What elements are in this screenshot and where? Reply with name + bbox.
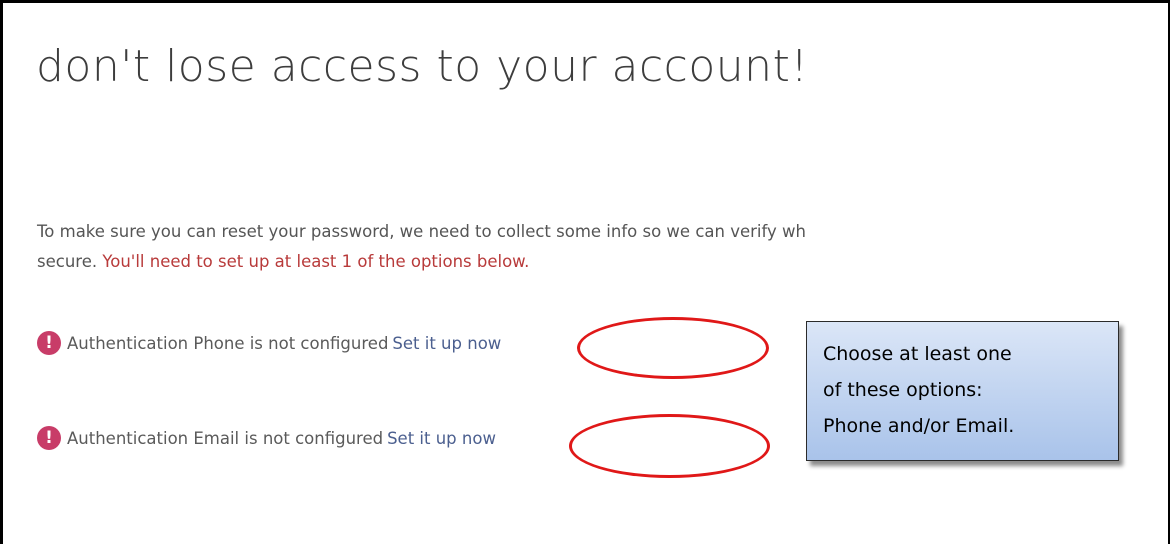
exclamation-icon: !: [37, 426, 61, 450]
intro-line-2: secure. You'll need to set up at least 1…: [37, 247, 1168, 277]
highlight-oval-email: [569, 414, 770, 478]
required-notice: You'll need to set up at least 1 of the …: [102, 252, 530, 271]
email-status: Authentication Email is not configured: [67, 428, 384, 448]
intro-line-1: To make sure you can reset your password…: [37, 222, 806, 241]
callout-line-2: of these options:: [823, 379, 983, 401]
intro-text: To make sure you can reset your password…: [37, 217, 1168, 277]
phone-status: Authentication Phone is not configured: [67, 333, 389, 353]
highlight-oval-phone: [577, 317, 769, 379]
instruction-callout: Choose at least one of these options: Ph…: [806, 321, 1119, 461]
callout-line-1: Choose at least one: [823, 343, 1012, 365]
option-email: ! Authentication Email is not configured…: [37, 423, 496, 453]
intro-line-2-prefix: secure.: [37, 252, 103, 271]
page-title: don't lose access to your account!: [36, 41, 809, 92]
setup-phone-link[interactable]: Set it up now: [392, 334, 501, 353]
callout-line-3: Phone and/or Email.: [823, 415, 1015, 437]
setup-email-link[interactable]: Set it up now: [387, 429, 496, 448]
option-phone: ! Authentication Phone is not configured…: [37, 328, 501, 358]
screenshot-frame: don't lose access to your account! To ma…: [0, 0, 1170, 544]
exclamation-icon: !: [37, 331, 61, 355]
